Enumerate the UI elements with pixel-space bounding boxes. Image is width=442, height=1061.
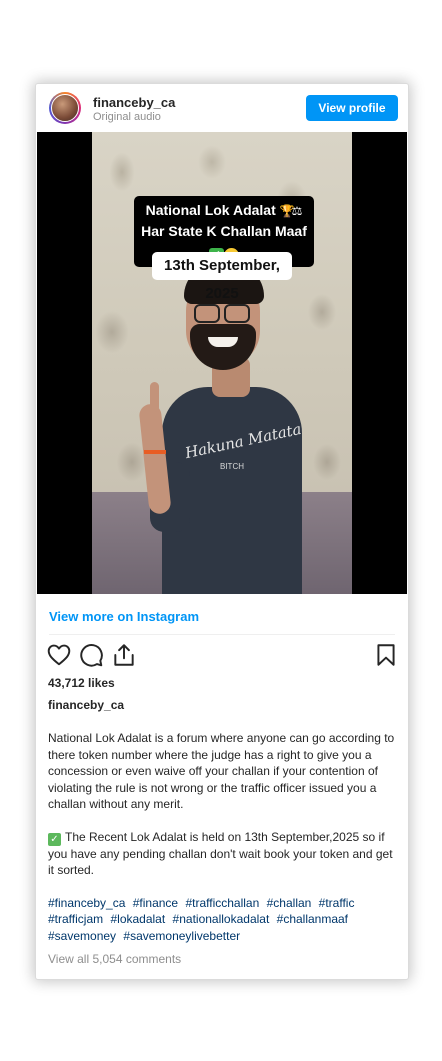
hashtag-link[interactable]: #trafficchallan — [185, 896, 259, 910]
hashtag-link[interactable]: #trafficjam — [48, 912, 103, 926]
view-comments-link[interactable]: View all 5,054 comments — [48, 952, 181, 966]
username-link[interactable]: financeby_ca — [93, 95, 175, 110]
hashtag-link[interactable]: #savemoneylivebetter — [123, 929, 240, 943]
shirt-subprint: BITCH — [220, 462, 244, 471]
hashtag-link[interactable]: #lokadalat — [110, 912, 165, 926]
hashtag-link[interactable]: #challan — [267, 896, 312, 910]
person-finger — [150, 382, 159, 412]
hashtag-link[interactable]: #savemoney — [48, 929, 116, 943]
caption-paragraph-2-wrap: ✓ The Recent Lok Adalat is held on 13th S… — [48, 829, 400, 879]
video-frame[interactable]: Hakuna Matata BITCH National Lok Adalat … — [92, 132, 352, 594]
bookmark-icon[interactable] — [373, 642, 399, 668]
view-profile-button[interactable]: View profile — [306, 95, 398, 121]
post-media[interactable]: Hakuna Matata BITCH National Lok Adalat … — [37, 132, 407, 594]
hashtag-list: #financeby_ca #finance #trafficchallan #… — [48, 895, 400, 945]
audio-label[interactable]: Original audio — [93, 111, 161, 123]
overlay-title-line1: National Lok Adalat — [145, 202, 276, 218]
scale-icon: ⚖ — [291, 204, 303, 218]
hashtag-link[interactable]: #financeby_ca — [48, 896, 125, 910]
hashtag-link[interactable]: #finance — [133, 896, 178, 910]
overlay-title-line2: Har State K Challan Maaf — [141, 223, 307, 239]
caption-text: National Lok Adalat is a forum where any… — [48, 730, 400, 944]
caption-paragraph-2: The Recent Lok Adalat is held on 13th Se… — [48, 829, 393, 878]
check-icon: ✓ — [48, 832, 61, 846]
post-header: financeby_ca Original audio View profile — [36, 84, 408, 132]
instagram-embed-card: financeby_ca Original audio View profile… — [35, 83, 409, 980]
wrist-band — [144, 450, 166, 454]
video-date-overlay: 13th September, 2025 — [152, 252, 292, 302]
divider — [49, 634, 395, 635]
hashtag-link[interactable]: #challanmaaf — [277, 912, 348, 926]
view-more-link[interactable]: View more on Instagram — [49, 609, 199, 624]
hashtag-link[interactable]: #nationallokadalat — [173, 912, 270, 926]
action-bar — [36, 640, 408, 670]
judge-icon: 🏆 — [279, 204, 295, 218]
likes-count[interactable]: 43,712 likes — [48, 676, 115, 690]
avatar[interactable] — [49, 92, 81, 124]
share-icon[interactable] — [111, 642, 137, 668]
caption-paragraph-1: National Lok Adalat is a forum where any… — [48, 731, 395, 811]
hashtag-link[interactable]: #traffic — [319, 896, 355, 910]
caption-author[interactable]: financeby_ca — [48, 698, 124, 712]
avatar-image — [51, 94, 79, 122]
heart-icon[interactable] — [46, 642, 72, 668]
comment-icon[interactable] — [78, 642, 104, 668]
